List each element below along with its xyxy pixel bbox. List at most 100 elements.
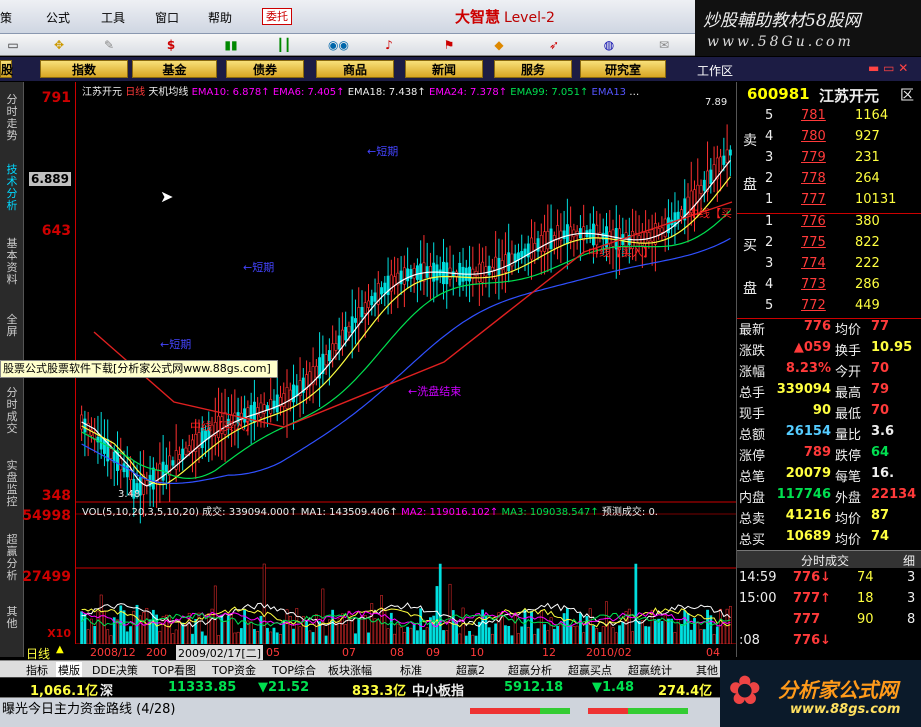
volume-bar xyxy=(598,632,602,645)
menu-item-tools[interactable]: 工具 xyxy=(101,9,125,26)
mail-icon[interactable]: ✉ xyxy=(655,37,673,53)
ask-price[interactable]: 780 xyxy=(801,129,826,144)
ask-price[interactable]: 779 xyxy=(801,150,826,165)
btab-super-stats[interactable]: 超赢统计 xyxy=(628,662,672,678)
side-tab-technical[interactable]: 技术分析 xyxy=(4,164,20,212)
side-tab-monitor[interactable]: 实盘监控 xyxy=(4,460,20,508)
side-tab-other[interactable]: 其他 xyxy=(4,606,20,630)
btab-template[interactable]: 模版 xyxy=(56,662,82,678)
bid-label-1: 买 xyxy=(743,238,757,254)
region-tab[interactable]: 区 xyxy=(900,85,914,105)
menu-item-help[interactable]: 帮助 xyxy=(208,9,232,26)
ask-price[interactable]: 781 xyxy=(801,108,826,123)
ad-tooltip[interactable]: 股票公式股票软件下载[分析家公式网www.88gs.com] xyxy=(0,360,278,378)
bid-price[interactable]: 773 xyxy=(801,277,826,292)
status-message[interactable]: 曝光今日主力资金路线 (4/28) xyxy=(2,698,175,717)
bid-price[interactable]: 775 xyxy=(801,235,826,250)
dollar-icon[interactable]: $ xyxy=(162,37,180,53)
ask-price[interactable]: 777 xyxy=(801,192,826,207)
bid-price[interactable]: 774 xyxy=(801,256,826,271)
bars-icon[interactable]: ┃┃ xyxy=(275,37,293,53)
side-tab-timeshare[interactable]: 分时走势 xyxy=(4,94,20,142)
bid-price[interactable]: 776 xyxy=(801,214,826,229)
ema-13: EMA13 xyxy=(591,87,627,97)
btab-other[interactable]: 其他 xyxy=(696,662,718,678)
globe-icon[interactable]: ◍ xyxy=(600,37,618,53)
window-controls-icon[interactable]: ▬ ▭ ✕ xyxy=(868,61,918,77)
diamond-icon[interactable]: ◆ xyxy=(490,37,508,53)
cursor-icon[interactable]: ➶ xyxy=(545,37,563,53)
workarea-label[interactable]: 工作区 xyxy=(697,62,733,79)
flag-icon[interactable]: ⚑ xyxy=(440,37,458,53)
annot-buy-2: 中线【买入】 xyxy=(588,246,654,259)
btab-dde[interactable]: DDE决策 xyxy=(92,662,138,678)
btab-super-analysis[interactable]: 超赢分析 xyxy=(508,662,552,678)
volume-bar xyxy=(86,629,90,645)
candle-body xyxy=(572,229,576,238)
volume-bar xyxy=(552,628,556,645)
btab-super-buy[interactable]: 超赢买点 xyxy=(568,662,612,678)
site-logo: ✿ 分析家公式网 www.88gs.com xyxy=(720,660,921,727)
volume-bar xyxy=(621,622,625,645)
menu-item-formula[interactable]: 公式 xyxy=(46,9,70,26)
ask-level: 1 xyxy=(765,192,774,207)
candle-body xyxy=(663,218,667,237)
brand-name: 大智慧 xyxy=(455,8,501,26)
stat-value-2: 74 xyxy=(871,529,890,544)
btab-top-chart[interactable]: TOP看图 xyxy=(152,662,196,678)
stat-label-2: 每笔 xyxy=(835,470,862,485)
binoculars-icon[interactable]: ◉◉ xyxy=(328,37,349,53)
nav-fund[interactable]: 基金 xyxy=(132,60,217,78)
menu-item-window[interactable]: 窗口 xyxy=(155,9,179,26)
trades-detail-tab[interactable]: 细 xyxy=(903,552,915,569)
btab-top-combo[interactable]: TOP综合 xyxy=(272,662,316,678)
candle-body xyxy=(517,252,520,261)
quote-title: 600981 江苏开元 区 xyxy=(737,85,921,107)
chart-candle-icon[interactable]: ▮▮ xyxy=(222,37,240,53)
nav-stock[interactable]: 股 xyxy=(0,60,13,78)
volume-bar xyxy=(458,633,462,645)
nav-service[interactable]: 服务 xyxy=(494,60,572,78)
btab-standard[interactable]: 标准 xyxy=(400,662,422,678)
stock-code: 600981 xyxy=(747,85,810,103)
annot-buy-1: 中线【买入】 xyxy=(190,420,256,433)
candle-body xyxy=(347,325,351,333)
volume-bar xyxy=(350,617,354,645)
trades-tab[interactable]: 分时成交 xyxy=(801,552,849,569)
btab-super2[interactable]: 超赢2 xyxy=(456,662,485,678)
nav-bond[interactable]: 债券 xyxy=(226,60,304,78)
nav-research[interactable]: 研究室 xyxy=(580,60,666,78)
side-tab-super[interactable]: 超赢分析 xyxy=(4,534,20,582)
candle-body xyxy=(109,448,113,459)
bid-price[interactable]: 772 xyxy=(801,298,826,313)
annot-short-1: ←短期 xyxy=(367,145,399,158)
volume-bar xyxy=(204,635,207,645)
stat-label-2: 换手 xyxy=(835,344,862,359)
candle-body xyxy=(520,251,524,258)
btab-indicator[interactable]: 指标 xyxy=(26,662,48,678)
nav-news[interactable]: 新闻 xyxy=(405,60,483,78)
btab-top-fund[interactable]: TOP资金 xyxy=(212,662,256,678)
pen-icon[interactable]: ✎ xyxy=(100,37,118,53)
side-tab-trades[interactable]: 分时成交 xyxy=(4,387,20,435)
menu-item-policy[interactable]: 策 xyxy=(0,9,12,26)
btab-sector[interactable]: 板块涨幅 xyxy=(328,662,372,678)
move-icon[interactable]: ✥ xyxy=(50,37,68,53)
nav-index[interactable]: 指数 xyxy=(40,60,128,78)
volume-bar xyxy=(494,623,498,645)
side-tab-fullscreen[interactable]: 全屏 xyxy=(4,314,20,338)
volume-bar xyxy=(546,630,550,645)
candle-body xyxy=(644,231,648,244)
volume-bar xyxy=(334,622,338,645)
nav-commodity[interactable]: 商品 xyxy=(316,60,394,78)
screen-icon[interactable]: ▭ xyxy=(4,37,22,53)
volume-bar xyxy=(233,632,237,645)
stat-value-2: 64 xyxy=(871,445,890,460)
volume-bar xyxy=(696,621,700,645)
ask-row: 3 779 231 xyxy=(737,150,921,171)
bell-icon[interactable]: ♪ xyxy=(380,37,398,53)
trade-button[interactable]: 委托 xyxy=(262,8,292,25)
period-arrow-icon[interactable]: ▲ xyxy=(56,644,64,655)
side-tab-fundamental[interactable]: 基本资料 xyxy=(4,238,20,286)
ask-price[interactable]: 778 xyxy=(801,171,826,186)
